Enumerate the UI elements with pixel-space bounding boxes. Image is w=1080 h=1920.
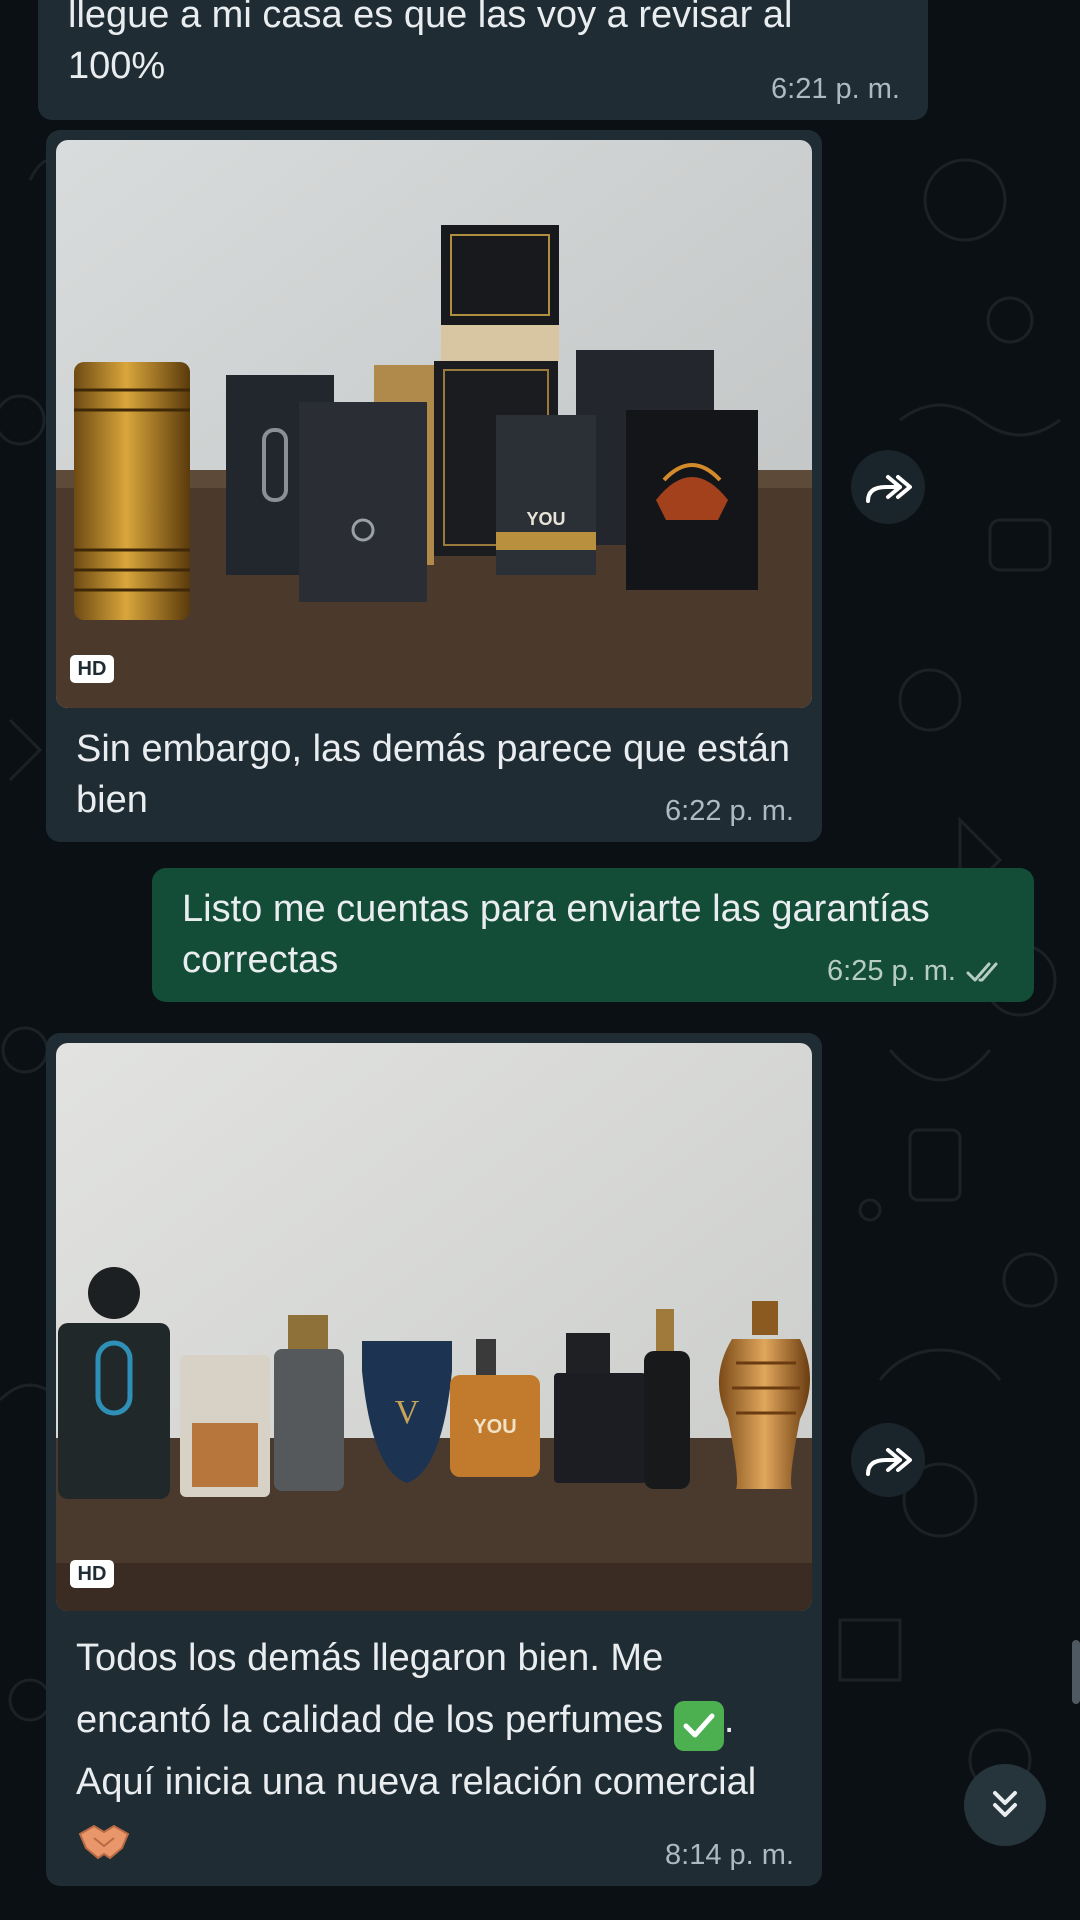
message-timestamp: 6:25 p. m.	[827, 955, 1008, 988]
handshake-emoji	[76, 1820, 132, 1883]
message-photo[interactable]: V YOU	[56, 1043, 812, 1611]
message-bubble-incoming-photo[interactable]: YOU HD Sin embargo, las demás parece que…	[46, 130, 822, 842]
forward-button[interactable]	[851, 1423, 925, 1497]
message-timestamp: 6:21 p. m.	[771, 73, 900, 105]
check-mark-button-emoji	[673, 1701, 724, 1751]
message-photo[interactable]: YOU	[56, 140, 812, 708]
scroll-to-bottom-button[interactable]	[964, 1764, 1046, 1846]
perfume-bottles-photo: V YOU	[56, 1043, 812, 1611]
double-chevron-down-icon	[993, 1791, 1017, 1817]
svg-text:YOU: YOU	[473, 1416, 516, 1438]
scrollbar-thumb[interactable]	[1072, 1640, 1080, 1704]
svg-text:V: V	[395, 1394, 420, 1431]
forward-arrow-icon	[866, 1448, 912, 1476]
message-bubble-incoming-photo[interactable]: V YOU HD Todos los demás llegaron bien. …	[46, 1033, 822, 1886]
svg-text:YOU: YOU	[526, 509, 565, 529]
hd-badge: HD	[70, 1560, 114, 1588]
message-bubble-incoming[interactable]: llegue a mi casa es que las voy a revisa…	[38, 0, 928, 120]
hd-badge: HD	[70, 655, 114, 683]
forward-button[interactable]	[851, 450, 925, 524]
message-bubble-outgoing[interactable]: Listo me cuentas para enviarte las garan…	[152, 868, 1034, 1002]
message-timestamp: 6:22 p. m.	[665, 795, 794, 827]
perfume-boxes-photo: YOU	[56, 140, 812, 708]
message-timestamp: 8:14 p. m.	[665, 1839, 794, 1871]
forward-arrow-icon	[866, 475, 912, 503]
double-check-icon	[966, 962, 998, 981]
